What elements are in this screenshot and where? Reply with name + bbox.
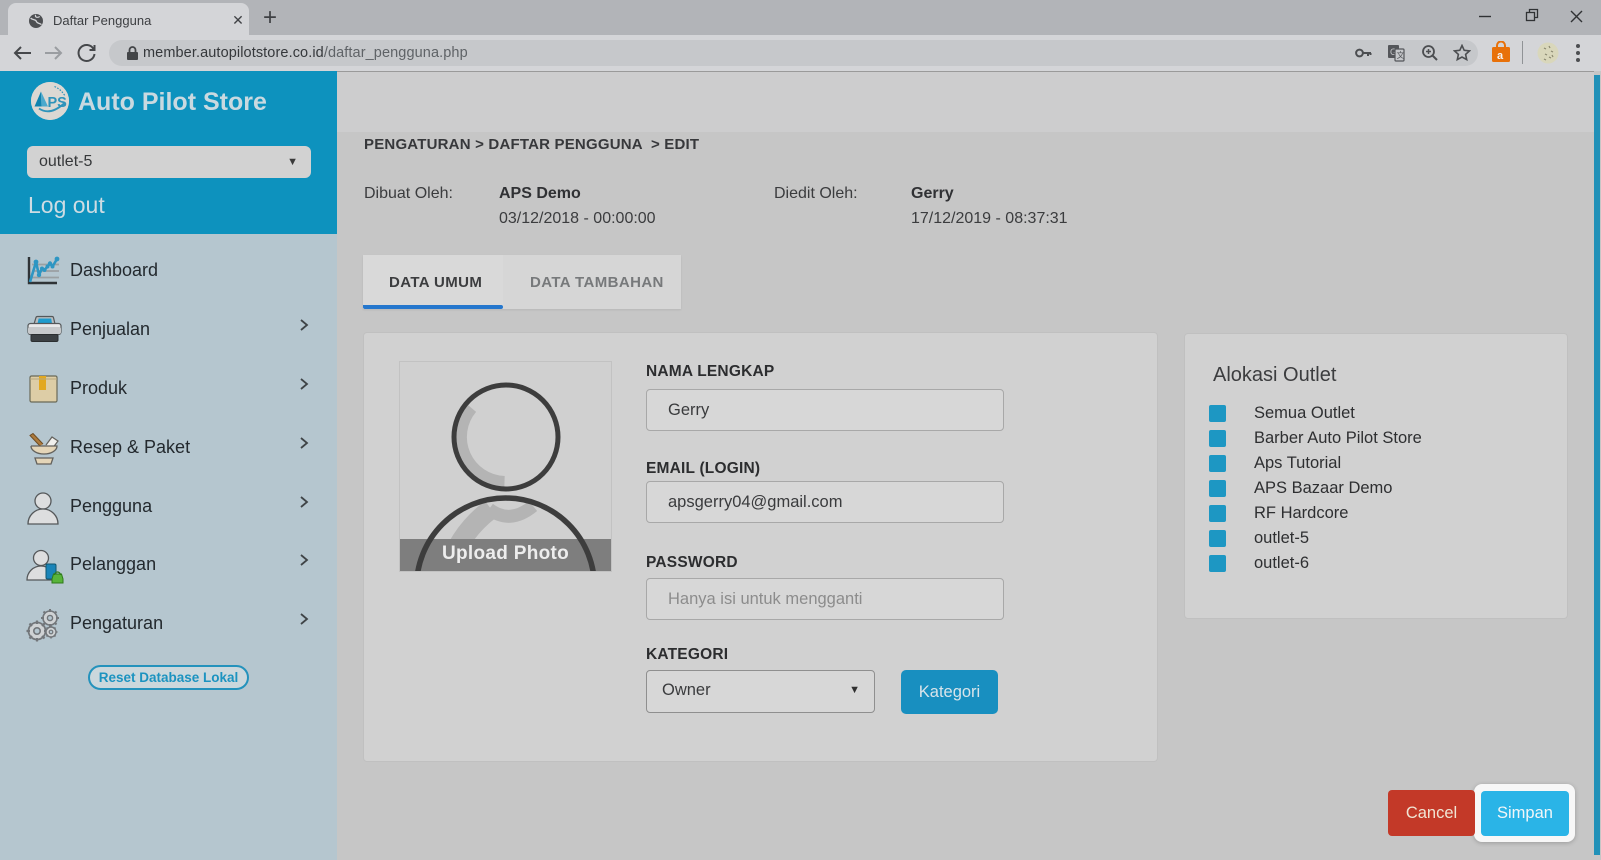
svg-text:文: 文	[1397, 50, 1405, 60]
svg-text:a: a	[1497, 50, 1504, 62]
